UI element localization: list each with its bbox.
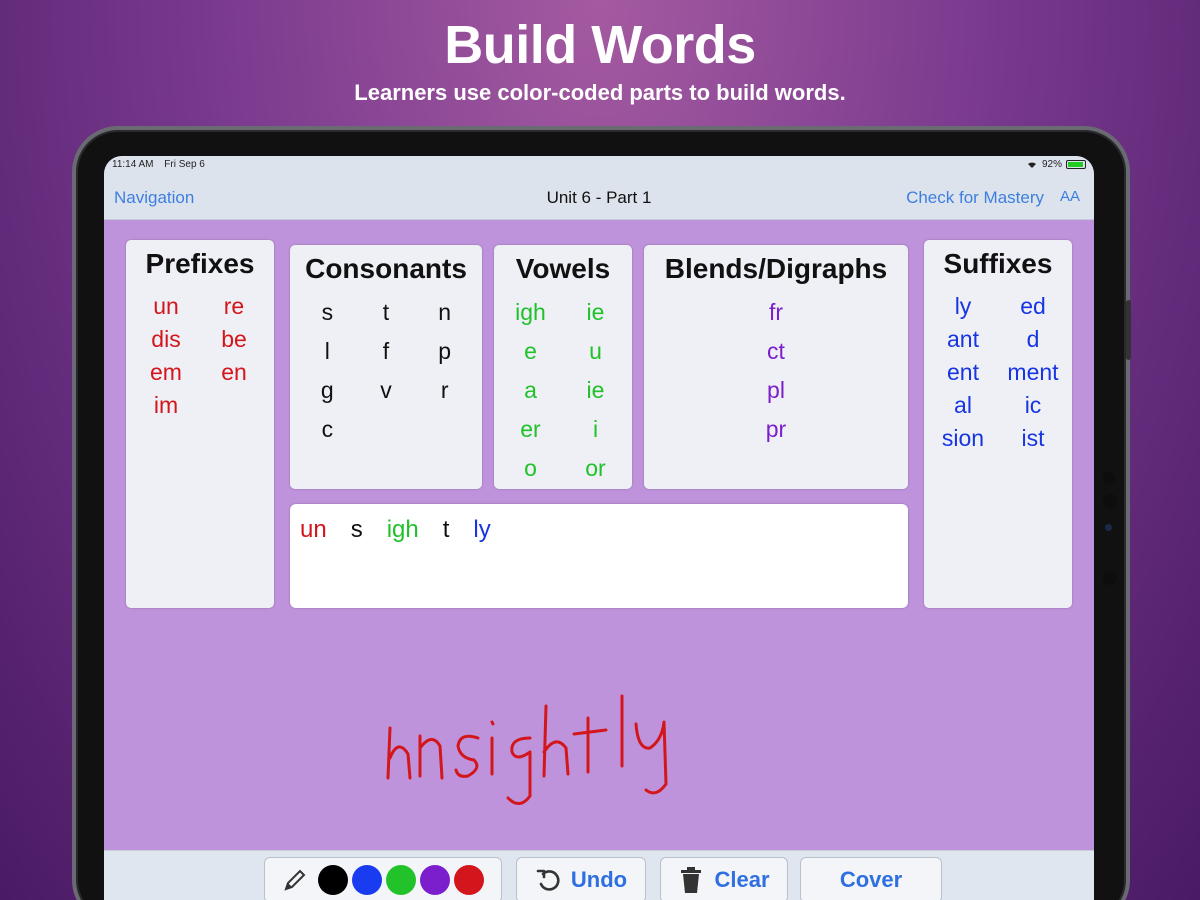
status-bar: 11:14 AM Fri Sep 6 92%: [104, 156, 1094, 176]
vowel-tile[interactable]: i: [563, 410, 628, 449]
consonant-tile[interactable]: s: [298, 293, 357, 332]
battery-percent: 92%: [1041, 159, 1062, 170]
consonant-tile[interactable]: v: [357, 371, 416, 410]
clear-label: Clear: [714, 867, 770, 892]
suffix-tile[interactable]: ent: [928, 356, 998, 389]
vowel-tile[interactable]: u: [563, 332, 628, 371]
suffix-tile[interactable]: ic: [998, 389, 1068, 422]
promo-subtitle: Learners use color-coded parts to build …: [354, 80, 846, 105]
consonant-tile[interactable]: g: [298, 371, 357, 410]
blend-tile[interactable]: pr: [644, 410, 908, 449]
suffix-tile[interactable]: ist: [998, 422, 1068, 455]
check-for-mastery-button[interactable]: Check for Mastery: [906, 188, 1044, 208]
blue-swatch[interactable]: [352, 865, 382, 895]
built-part-vowel[interactable]: igh: [387, 516, 419, 596]
vowel-tile[interactable]: or: [563, 449, 628, 488]
bottom-toolbar: Undo Clear Cover: [104, 850, 1094, 900]
blend-tile[interactable]: pl: [644, 371, 908, 410]
undo-button[interactable]: Undo: [516, 857, 646, 900]
prefix-tile[interactable]: em: [132, 356, 200, 389]
status-time: 11:14 AM: [112, 159, 154, 170]
vowel-tile[interactable]: ie: [563, 371, 628, 410]
purple-swatch[interactable]: [420, 865, 450, 895]
prefixes-title: Prefixes: [145, 248, 255, 279]
vowel-tile[interactable]: e: [498, 332, 563, 371]
built-part-consonant[interactable]: t: [443, 516, 450, 596]
vowel-tile[interactable]: ie: [563, 293, 628, 332]
green-swatch[interactable]: [386, 865, 416, 895]
trash-icon: [681, 867, 702, 893]
vowels-panel: Vowels igh ie e u a ie er i o or: [494, 245, 632, 489]
cover-button[interactable]: Cover: [800, 857, 942, 900]
vowels-title: Vowels: [515, 253, 611, 284]
pen-color-group: [264, 857, 502, 900]
black-swatch[interactable]: [318, 865, 348, 895]
clear-button[interactable]: Clear: [660, 857, 788, 900]
consonant-tile[interactable]: n: [415, 293, 474, 332]
suffix-tile[interactable]: d: [998, 323, 1068, 356]
consonant-tile[interactable]: t: [357, 293, 416, 332]
vowel-tile[interactable]: o: [498, 449, 563, 488]
wifi-icon: [1027, 162, 1036, 168]
vowel-tile[interactable]: a: [498, 371, 563, 410]
blend-tile[interactable]: fr: [644, 293, 908, 332]
app-screen: 11:14 AM Fri Sep 6 92% Navigation Unit 6…: [104, 156, 1094, 900]
consonant-tile[interactable]: r: [415, 371, 474, 410]
device-camera-dot: [1103, 494, 1117, 508]
red-swatch[interactable]: [454, 865, 484, 895]
consonant-tile[interactable]: l: [298, 332, 357, 371]
built-part-suffix[interactable]: ly: [473, 516, 490, 596]
suffix-tile[interactable]: ant: [928, 323, 998, 356]
suffix-tile[interactable]: sion: [928, 422, 998, 455]
prefix-tile[interactable]: un: [132, 290, 200, 323]
undo-icon: [536, 869, 560, 891]
blends-digraphs-title: Blends/Digraphs: [664, 253, 888, 284]
device-side-button: [1126, 300, 1131, 360]
suffixes-panel: Suffixes ly ed ant d ent ment al ic sion…: [924, 240, 1072, 608]
prefix-tile[interactable]: dis: [132, 323, 200, 356]
suffix-tile[interactable]: ed: [998, 290, 1068, 323]
word-build-area[interactable]: un s igh t ly: [290, 504, 908, 608]
prefixes-panel: Prefixes un re dis be em en im: [126, 240, 274, 608]
consonant-tile[interactable]: f: [357, 332, 416, 371]
device-camera-dot: [1105, 524, 1112, 531]
prefix-tile[interactable]: en: [200, 356, 268, 389]
prefix-tile[interactable]: im: [132, 389, 200, 422]
cover-label: Cover: [839, 867, 903, 892]
device-camera-dot: [1103, 571, 1117, 585]
blends-digraphs-panel: Blends/Digraphs fr ct pl pr: [644, 245, 908, 489]
handwriting-unsightly: [386, 694, 668, 805]
vowel-tile[interactable]: er: [498, 410, 563, 449]
promo-title: Build Words: [444, 15, 756, 75]
font-size-button[interactable]: AA: [1060, 188, 1080, 205]
consonant-tile[interactable]: c: [298, 410, 357, 449]
suffix-tile[interactable]: al: [928, 389, 998, 422]
battery-icon: [1066, 160, 1086, 169]
status-date: Fri Sep 6: [164, 159, 205, 170]
suffix-tile[interactable]: ly: [928, 290, 998, 323]
navigation-bar: Navigation Unit 6 - Part 1 Check for Mas…: [104, 176, 1094, 220]
consonant-tile[interactable]: p: [415, 332, 474, 371]
consonants-title: Consonants: [305, 253, 467, 284]
built-part-consonant[interactable]: s: [351, 516, 363, 596]
pencil-icon[interactable]: [280, 865, 310, 895]
suffix-tile[interactable]: ment: [998, 356, 1068, 389]
device-camera-dot: [1103, 472, 1115, 484]
undo-label: Undo: [570, 867, 628, 892]
blend-tile[interactable]: ct: [644, 332, 908, 371]
suffixes-title: Suffixes: [943, 248, 1053, 279]
consonants-panel: Consonants s t n l f p g v r c: [290, 245, 482, 489]
built-part-prefix[interactable]: un: [300, 516, 327, 596]
prefix-tile[interactable]: be: [200, 323, 268, 356]
vowel-tile[interactable]: igh: [498, 293, 563, 332]
prefix-tile[interactable]: re: [200, 290, 268, 323]
